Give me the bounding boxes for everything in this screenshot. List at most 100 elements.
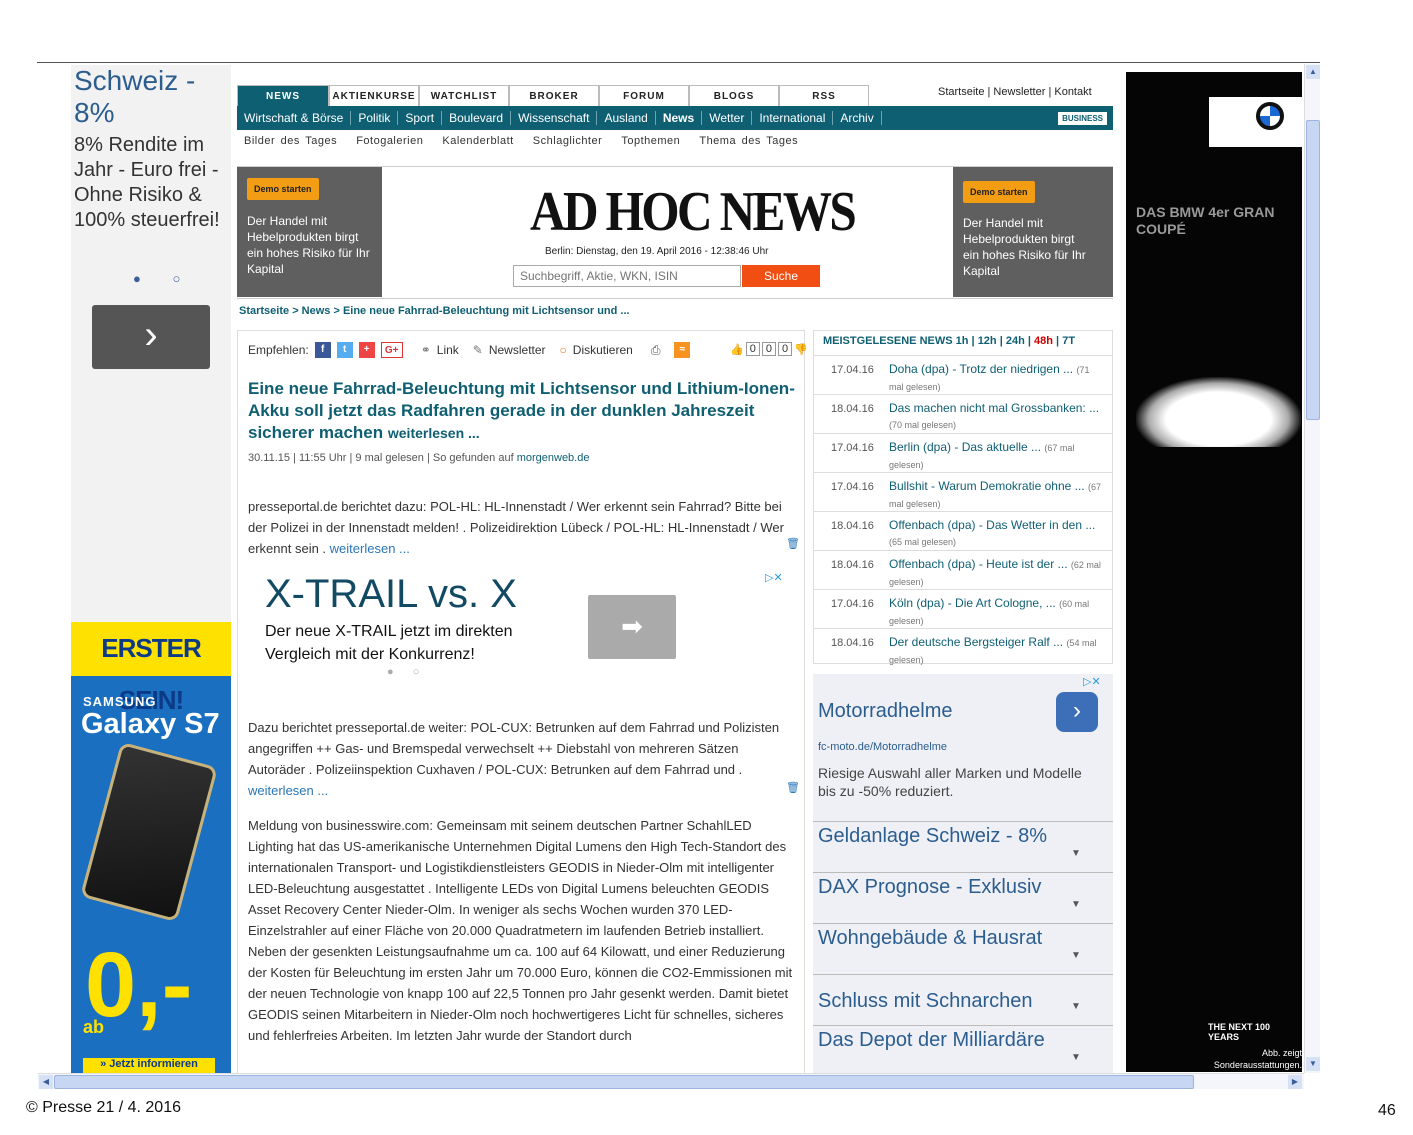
galaxy-ad[interactable]: ERSTER SEIN! SAMSUNG Galaxy S7 0,- ab » … [71, 622, 231, 1073]
scroll-right-icon[interactable]: ▶ [1288, 1075, 1302, 1089]
thumbs-down-icon[interactable]: 👎 [794, 343, 808, 356]
nav-politik[interactable]: Politik [351, 111, 399, 125]
nav-international[interactable]: International [752, 111, 834, 125]
subnav-fotogalerien[interactable]: Fotogalerien [356, 135, 423, 147]
most-read-row[interactable]: 17.04.16 Doha (dpa) - Trotz der niedrigen… [814, 355, 1112, 394]
subnav-schlaglichter[interactable]: Schlaglichter [533, 135, 602, 147]
paragraph-2-more[interactable]: weiterlesen ... [248, 783, 328, 798]
search-input[interactable] [513, 265, 741, 287]
business-logo[interactable]: BUSINESS [1058, 111, 1107, 125]
headline-more-link[interactable]: weiterlesen ... [388, 425, 480, 441]
most-read-title[interactable]: Berlin (dpa) - Das aktuelle ... (67 mal … [889, 439, 1104, 473]
chevron-down-icon[interactable]: ▼ [1071, 893, 1081, 917]
ad-item-label[interactable]: Schluss mit Schnarchen [818, 989, 1048, 1013]
nav-boulevard[interactable]: Boulevard [442, 111, 512, 125]
tab-rss[interactable]: RSS [779, 85, 869, 106]
most-read-title[interactable]: Bullshit - Warum Demokratie ohne ... (67… [889, 478, 1104, 512]
xtrail-ad[interactable]: X-TRAIL vs. X Der neue X-TRAIL jetzt im … [255, 568, 795, 690]
top-links[interactable]: Startseite | Newsletter | Kontakt [938, 86, 1092, 98]
chevron-down-icon[interactable]: ▼ [1071, 944, 1081, 968]
tab-news[interactable]: NEWS [237, 85, 329, 106]
most-read-headline[interactable]: Bullshit - Warum Demokratie ohne ... [889, 479, 1085, 493]
most-read-row[interactable]: 17.04.16 Köln (dpa) - Die Art Cologne, ..… [814, 589, 1112, 628]
article-headline[interactable]: Eine neue Fahrrad-Beleuchtung mit Lichts… [248, 378, 796, 444]
link-icon[interactable]: ⚭ [421, 343, 431, 357]
xtrail-arrow-button[interactable]: ➡ [588, 595, 676, 659]
most-read-row[interactable]: 18.04.16 Das machen nicht mal Grossbanken… [814, 394, 1112, 433]
left-ad-next-button[interactable]: › [92, 305, 210, 369]
scroll-up-icon[interactable]: ▲ [1306, 65, 1320, 79]
horizontal-scrollbar[interactable]: ◀ ▶ [38, 1073, 1304, 1089]
trash-icon[interactable]: 🗑 [786, 781, 800, 794]
chevron-down-icon[interactable]: ▼ [1071, 995, 1081, 1019]
adchoices-icon[interactable]: ▷✕ [765, 571, 783, 584]
vertical-scroll-thumb[interactable] [1306, 120, 1320, 420]
demo-button-left[interactable]: Demo starten [247, 178, 319, 200]
most-read-headline[interactable]: Doha (dpa) - Trotz der niedrigen ... [889, 362, 1073, 376]
left-ad-dots[interactable]: ● ○ [133, 271, 194, 286]
rss-icon[interactable]: ≈ [674, 342, 691, 358]
most-read-row[interactable]: 17.04.16 Berlin (dpa) - Das aktuelle ... … [814, 433, 1112, 472]
nav-wetter[interactable]: Wetter [702, 111, 753, 125]
period-24h[interactable]: 24h [1006, 335, 1025, 347]
ad-item[interactable]: DAX Prognose - Exklusiv ▼ [813, 872, 1113, 923]
most-read-title[interactable]: Doha (dpa) - Trotz der niedrigen ... (71… [889, 361, 1104, 395]
nav-sport[interactable]: Sport [398, 111, 443, 125]
subnav-topthemen[interactable]: Topthemen [621, 135, 680, 147]
most-read-headline[interactable]: Köln (dpa) - Die Art Cologne, ... [889, 596, 1056, 610]
right-ad-arrow-button[interactable]: › [1056, 692, 1098, 732]
tab-aktienkurse[interactable]: AKTIENKURSE [329, 85, 419, 106]
most-read-title[interactable]: Köln (dpa) - Die Art Cologne, ... (60 ma… [889, 595, 1104, 629]
most-read-title[interactable]: Offenbach (dpa) - Das Wetter in den ... … [889, 517, 1104, 550]
vertical-scrollbar[interactable]: ▲ ▼ [1304, 64, 1320, 1073]
adchoices-icon[interactable]: ▷✕ [1083, 675, 1101, 688]
nav-archiv[interactable]: Archiv [833, 111, 882, 125]
tab-forum[interactable]: FORUM [599, 85, 689, 106]
print-icon[interactable]: ⎙ [651, 343, 661, 358]
ad-item[interactable]: Das Depot der Milliardäre ▼ [813, 1025, 1113, 1074]
ad-item-label[interactable]: Geldanlage Schweiz - 8% [818, 824, 1048, 848]
subnav-thema[interactable]: Thema des Tages [699, 135, 798, 147]
chevron-down-icon[interactable]: ▼ [1071, 842, 1081, 866]
scroll-down-icon[interactable]: ▼ [1306, 1057, 1320, 1071]
period-7t[interactable]: 7T [1062, 335, 1075, 347]
galaxy-ad-cta[interactable]: » Jetzt informieren [83, 1058, 215, 1073]
period-1h[interactable]: 1h [956, 335, 969, 347]
twitter-icon[interactable]: t [336, 342, 353, 358]
right-ad-title[interactable]: Motorradhelme [818, 700, 953, 723]
subnav-bilder[interactable]: Bilder des Tages [244, 135, 337, 147]
most-read-title[interactable]: Offenbach (dpa) - Heute ist der ... (62 … [889, 556, 1104, 590]
most-read-headline[interactable]: Das machen nicht mal Grossbanken: ... [889, 401, 1099, 415]
newsletter-icon[interactable]: ✎ [473, 343, 483, 357]
subnav-kalenderblatt[interactable]: Kalenderblatt [442, 135, 513, 147]
nav-wirtschaft[interactable]: Wirtschaft & Börse [237, 111, 352, 125]
demo-ad-right[interactable]: Demo starten Der Handel mit Hebelprodukt… [953, 167, 1113, 297]
most-read-title[interactable]: Das machen nicht mal Grossbanken: ... (7… [889, 400, 1104, 433]
search-button[interactable]: Suche [742, 265, 820, 287]
most-read-headline[interactable]: Offenbach (dpa) - Das Wetter in den ... [889, 518, 1095, 532]
bmw-ad[interactable]: DAS BMW 4er GRAN COUPÉ THE NEXT 100 YEAR… [1126, 72, 1302, 1072]
most-read-row[interactable]: 18.04.16 Der deutsche Bergsteiger Ralf ..… [814, 628, 1112, 667]
most-read-headline[interactable]: Offenbach (dpa) - Heute ist der ... [889, 557, 1068, 571]
paragraph-1-more[interactable]: weiterlesen ... [330, 541, 410, 556]
newsletter-label[interactable]: Newsletter [489, 343, 546, 357]
demo-ad-left[interactable]: Demo starten Der Handel mit Hebelprodukt… [237, 167, 382, 297]
ad-item-label[interactable]: Wohngebäude & Hausrat [818, 926, 1048, 950]
ad-item[interactable]: Schluss mit Schnarchen ▼ [813, 974, 1113, 1025]
google-plus-icon[interactable]: G+ [380, 342, 403, 358]
ad-item[interactable]: Geldanlage Schweiz - 8% ▼ [813, 821, 1113, 872]
xtrail-dots[interactable]: ● ○ [387, 666, 427, 678]
thumbs-up-icon[interactable]: 👍 [730, 343, 744, 356]
facebook-icon[interactable]: f [314, 342, 331, 358]
most-read-row[interactable]: 17.04.16 Bullshit - Warum Demokratie ohne… [814, 472, 1112, 511]
most-read-headline[interactable]: Der deutsche Bergsteiger Ralf ... [889, 635, 1063, 649]
site-logo[interactable]: AD HOC NEWS [530, 180, 857, 244]
nav-ausland[interactable]: Ausland [597, 111, 656, 125]
nav-wissenschaft[interactable]: Wissenschaft [511, 111, 598, 125]
most-read-row[interactable]: 18.04.16 Offenbach (dpa) - Heute ist der … [814, 550, 1112, 589]
tab-blogs[interactable]: BLOGS [689, 85, 779, 106]
tab-broker[interactable]: BROKER [509, 85, 599, 106]
scroll-left-icon[interactable]: ◀ [39, 1075, 53, 1089]
headline-text[interactable]: Eine neue Fahrrad-Beleuchtung mit Lichts… [248, 379, 795, 442]
most-read-headline[interactable]: Berlin (dpa) - Das aktuelle ... [889, 440, 1041, 454]
